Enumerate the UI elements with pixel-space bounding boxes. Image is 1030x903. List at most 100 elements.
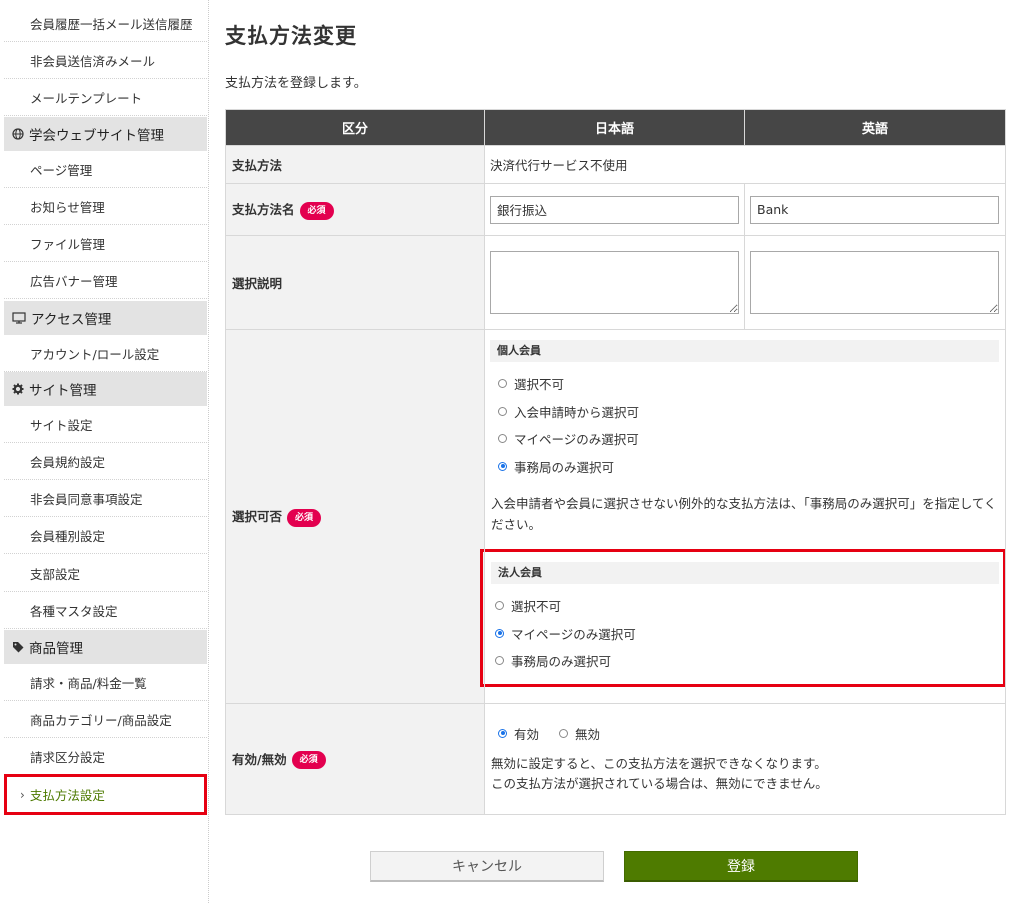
radio-label: 無効 bbox=[575, 726, 601, 742]
row-selectable: 選択可否 必須 個人会員 選択不可 入会申請時から選択可 マイページのみ選択可 事… bbox=[225, 329, 1006, 704]
submit-button[interactable]: 登録 bbox=[624, 851, 858, 882]
radio-button[interactable] bbox=[495, 656, 504, 666]
sidebar-item-banner-management[interactable]: 広告バナー管理 bbox=[4, 262, 207, 299]
radio-enabled[interactable] bbox=[498, 728, 507, 738]
sidebar-item-nonmember-sent-mail[interactable]: 非会員送信済みメール bbox=[4, 42, 207, 79]
sidebar-section-title: 学会ウェブサイト管理 bbox=[29, 128, 164, 144]
sidebar: 会員履歴一括メール送信履歴 非会員送信済みメール メールテンプレート 学会ウェブ… bbox=[0, 0, 209, 903]
sidebar-item-label: 商品カテゴリー/商品設定 bbox=[30, 712, 172, 728]
row-payment-name: 支払方法名 必須 bbox=[225, 183, 1006, 236]
enabled-cell: 有効 無効 無効に設定すると、この支払方法を選択できなくなります。 この支払方法… bbox=[484, 703, 1006, 815]
radio-button-selected[interactable] bbox=[495, 628, 504, 638]
radio-label: 事務局のみ選択可 bbox=[511, 654, 612, 670]
payment-name-ja-input[interactable] bbox=[490, 195, 739, 224]
radio-label: マイページのみ選択可 bbox=[514, 432, 639, 448]
payment-method-form: 区分 日本語 英語 支払方法 決済代行サービス不使用 支払方法名必須 選択説明 … bbox=[225, 109, 1006, 815]
sidebar-item-mail-template[interactable]: メールテンプレート bbox=[4, 79, 207, 116]
payment-method-value: 決済代行サービス不使用 bbox=[484, 145, 1006, 184]
cell bbox=[744, 235, 1006, 330]
row-label: 支払方法名 必須 bbox=[225, 183, 485, 236]
payment-name-en-input[interactable] bbox=[750, 195, 999, 224]
globe-icon bbox=[12, 128, 24, 140]
sidebar-item-label: 請求・商品/料金一覧 bbox=[30, 675, 147, 691]
row-description: 選択説明 bbox=[225, 235, 1006, 330]
corporate-member-heading: 法人会員 bbox=[491, 562, 999, 584]
row-enabled: 有効/無効 必須 有効 無効 無効に設定すると、この支払方法を選択できなくなります… bbox=[225, 703, 1006, 815]
radio-button[interactable] bbox=[498, 379, 507, 389]
sidebar-item-label: お知らせ管理 bbox=[30, 199, 105, 215]
label-text: 選択可否 bbox=[232, 509, 283, 525]
sidebar-item-page-management[interactable]: ページ管理 bbox=[4, 151, 207, 188]
radio-individual-office-only[interactable]: 事務局のみ選択可 bbox=[485, 453, 1005, 481]
row-label: 有効/無効 必須 bbox=[225, 703, 485, 815]
sidebar-item-label: 支払方法設定 bbox=[29, 788, 105, 803]
sidebar-item-label: 会員規約設定 bbox=[30, 454, 106, 470]
monitor-icon bbox=[12, 312, 26, 324]
sidebar-item-label: サイト設定 bbox=[30, 417, 93, 433]
sidebar-item-label: 非会員送信済みメール bbox=[30, 53, 156, 69]
radio-label: 事務局のみ選択可 bbox=[514, 459, 615, 475]
radio-label: 選択不可 bbox=[511, 599, 562, 615]
required-badge: 必須 bbox=[287, 508, 322, 527]
sidebar-item-branch-settings[interactable]: 支部設定 bbox=[4, 555, 207, 592]
page-description: 支払方法を登録します。 bbox=[225, 76, 367, 91]
radio-individual-from-application[interactable]: 入会申請時から選択可 bbox=[485, 398, 1005, 426]
sidebar-item-label: 支部設定 bbox=[30, 566, 81, 582]
sidebar-item-payment-method[interactable]: › 支払方法設定 bbox=[4, 774, 207, 815]
label-text: 有効/無効 bbox=[232, 751, 287, 767]
radio-disabled[interactable] bbox=[559, 728, 569, 738]
row-label: 選択説明 bbox=[225, 235, 485, 330]
radio-button[interactable] bbox=[498, 434, 507, 444]
column-header-category: 区分 bbox=[225, 109, 485, 146]
sidebar-item-file-management[interactable]: ファイル管理 bbox=[4, 225, 207, 262]
sidebar-item-billing-category[interactable]: 請求区分設定 bbox=[4, 738, 207, 775]
enabled-radio-group: 有効 無効 bbox=[485, 725, 1005, 742]
radio-corporate-mypage-only[interactable]: マイページのみ選択可 bbox=[483, 620, 1003, 648]
sidebar-item-account-role[interactable]: アカウント/ロール設定 bbox=[4, 335, 207, 372]
sidebar-item-product-category[interactable]: 商品カテゴリー/商品設定 bbox=[4, 701, 207, 738]
cancel-button[interactable]: キャンセル bbox=[370, 851, 604, 882]
radio-individual-not-selectable[interactable]: 選択不可 bbox=[485, 370, 1005, 398]
sidebar-section-title: 商品管理 bbox=[29, 641, 83, 657]
radio-corporate-office-only[interactable]: 事務局のみ選択可 bbox=[483, 647, 1003, 675]
row-payment-method: 支払方法 決済代行サービス不使用 bbox=[225, 145, 1006, 184]
radio-button[interactable] bbox=[498, 406, 507, 416]
radio-individual-mypage-only[interactable]: マイページのみ選択可 bbox=[485, 425, 1005, 453]
description-en-textarea[interactable] bbox=[750, 251, 999, 314]
sidebar-item-label: 会員履歴一括メール送信履歴 bbox=[30, 16, 193, 32]
gear-icon bbox=[12, 383, 24, 395]
sidebar-item-news-management[interactable]: お知らせ管理 bbox=[4, 188, 207, 225]
radio-button-selected[interactable] bbox=[498, 461, 507, 471]
description-ja-textarea[interactable] bbox=[490, 251, 739, 314]
sidebar-item-master-settings[interactable]: 各種マスタ設定 bbox=[4, 592, 207, 629]
cell bbox=[484, 183, 745, 236]
sidebar-item-site-settings[interactable]: サイト設定 bbox=[4, 406, 207, 443]
enabled-note-line-2: この支払方法が選択されている場合は、無効にできません。 bbox=[491, 776, 828, 791]
sidebar-item-label: 広告バナー管理 bbox=[30, 273, 118, 289]
individual-note: 入会申請者や会員に選択させない例外的な支払方法は、「事務局のみ選択可」を指定して… bbox=[491, 496, 997, 532]
radio-corporate-not-selectable[interactable]: 選択不可 bbox=[483, 592, 1003, 620]
radio-button[interactable] bbox=[495, 601, 504, 611]
radio-label: 選択不可 bbox=[514, 377, 565, 393]
radio-label: 有効 bbox=[514, 726, 540, 742]
sidebar-section-access: アクセス管理 bbox=[4, 301, 207, 335]
label-text: 選択説明 bbox=[232, 276, 283, 291]
required-badge: 必須 bbox=[291, 751, 326, 770]
row-label: 支払方法 bbox=[225, 145, 485, 184]
cell bbox=[484, 235, 745, 330]
sidebar-item-member-types[interactable]: 会員種別設定 bbox=[4, 517, 207, 554]
sidebar-item-label: メールテンプレート bbox=[30, 90, 143, 106]
selectable-cell: 個人会員 選択不可 入会申請時から選択可 マイページのみ選択可 事務局のみ選択可… bbox=[480, 329, 1006, 704]
label-text: 支払方法 bbox=[232, 158, 283, 173]
enabled-note-line-1: 無効に設定すると、この支払方法を選択できなくなります。 bbox=[491, 756, 827, 771]
sidebar-item-label: 非会員同意事項設定 bbox=[30, 491, 143, 507]
sidebar-item-nonmember-consent[interactable]: 非会員同意事項設定 bbox=[4, 480, 207, 517]
sidebar-item-billing-products[interactable]: 請求・商品/料金一覧 bbox=[4, 664, 207, 701]
radio-label: マイページのみ選択可 bbox=[511, 626, 636, 642]
label-text: 支払方法名 bbox=[232, 202, 295, 218]
cell bbox=[744, 183, 1006, 236]
sidebar-item-member-terms[interactable]: 会員規約設定 bbox=[4, 443, 207, 480]
sidebar-item-label: 会員種別設定 bbox=[30, 528, 106, 544]
sidebar-item-bulk-mail-history[interactable]: 会員履歴一括メール送信履歴 bbox=[4, 5, 207, 42]
column-header-japanese: 日本語 bbox=[484, 109, 745, 146]
